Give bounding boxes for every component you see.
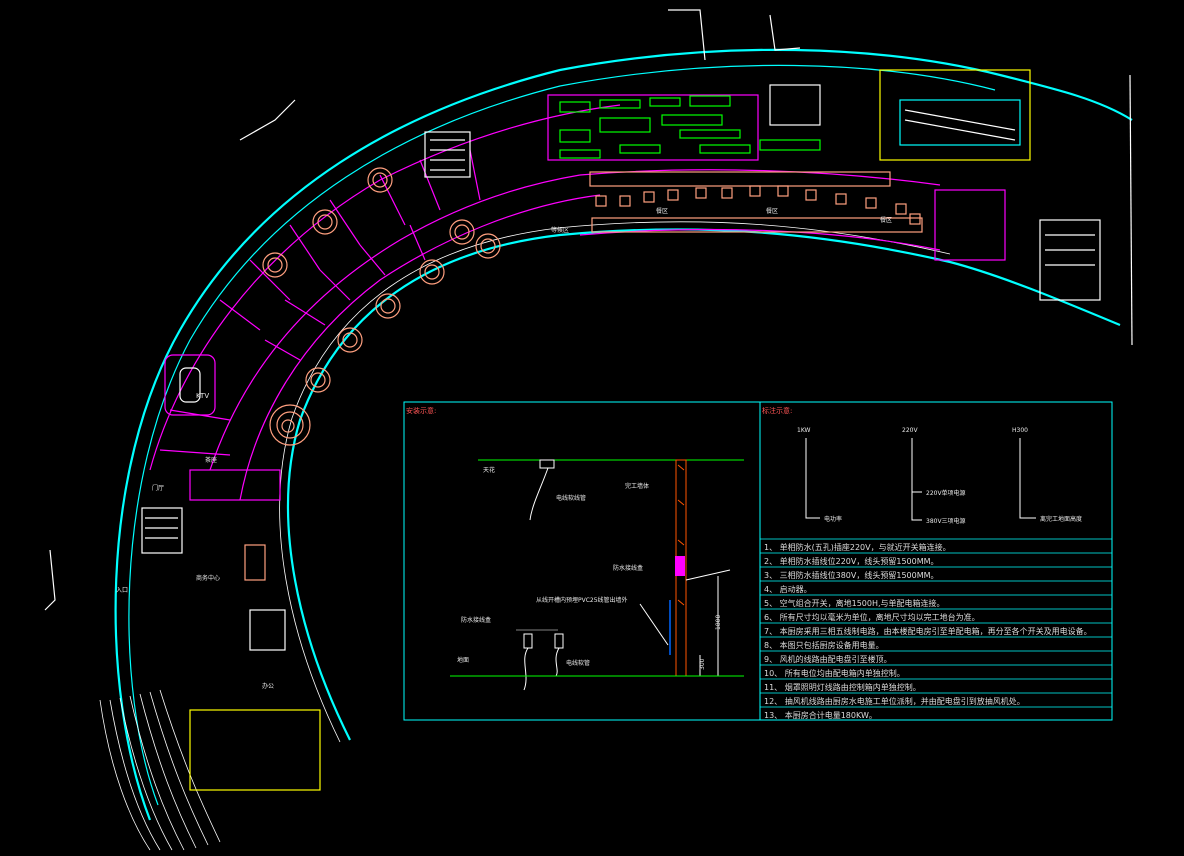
note-row: 3、 三相防水插线位380V，线头预留1500MM。 (764, 570, 939, 580)
banquet-tables (262, 167, 501, 446)
legend-title: 标注示意: (762, 406, 792, 415)
label-door: 门厅 (152, 484, 164, 492)
label-office: 办公 (262, 682, 274, 690)
legend-head-1kw: 1KW (797, 427, 811, 434)
lower-stands (99, 689, 221, 851)
note-row: 10、 所有电位均由配电箱内单独控制。 (764, 668, 905, 678)
label-entrance: 入口 (116, 587, 128, 594)
dining-hall-tables (589, 171, 923, 233)
floor-label: 地面 (457, 656, 469, 664)
note-row: 6、 所有尺寸均以毫米为单位，离地尺寸均以完工地台为准。 (764, 612, 980, 622)
right-service-block (879, 69, 1101, 301)
label-hall-3: 餐区 (880, 216, 892, 224)
legend-head-h300: H300 (1012, 427, 1028, 434)
label-hall-1: 餐区 (656, 207, 668, 215)
legend-label-220v: 220V单项电源 (926, 489, 966, 497)
legend-label-380v: 380V三项电源 (926, 517, 966, 525)
floor-plan (44, 9, 1133, 851)
note-row: 12、 抽风机线路由厨房水电施工单位派制，并由配电盘引到放抽风机处。 (764, 696, 1025, 706)
waterproof-box-right-label: 防水接线盒 (613, 564, 643, 572)
magenta-ring-inner (239, 194, 601, 501)
finish-wall-label: 完工墙体 (625, 482, 649, 490)
dim-300: 300 (699, 658, 706, 670)
waterproof-box-symbol (675, 556, 685, 576)
note-row: 13、 本厨房合计电量180KW。 (764, 710, 877, 720)
label-business-center: 商务中心 (196, 574, 220, 582)
label-tea: 茶座 (205, 456, 217, 464)
legend-label-power: 电功率 (824, 515, 842, 523)
label-hall-2: 餐区 (766, 207, 778, 215)
kitchen-equipment (547, 84, 821, 161)
label-ktv: KTV (196, 392, 209, 400)
install-panel-title: 安装示意: (406, 406, 436, 415)
right-facade-line (1129, 74, 1133, 346)
label-waiting-left: 等候区 (551, 226, 569, 234)
cable-route-label: 从线开槽内预埋PVC25线管出墙外 (536, 596, 628, 604)
conduit-top-label: 电线软线管 (556, 494, 586, 502)
note-row: 8、 本图只包括厨房设备用电量。 (764, 640, 884, 650)
business-center (189, 469, 281, 581)
cad-drawing-canvas: KTV 入口 商务中心 等候区 茶座 门厅 餐区 餐区 餐区 办公 安装示意: … (44, 9, 1133, 851)
stairs (141, 131, 471, 651)
legend-label-height: 离完工地面高度 (1040, 515, 1082, 523)
installation-panel: 安装示意: 天花 电线软线管 完工墙体 防水接线盒 从线开槽内预埋PVC25线管… (403, 401, 761, 721)
magenta-ring-mid (209, 174, 581, 471)
install-panel-frame (403, 401, 761, 721)
note-row: 7、 本厨房采用三相五线制电路，由本楼配电房引至单配电箱，再分至各个开关及用电设… (764, 626, 1092, 636)
note-row: 2、 单相防水插线位220V，线头预留1500MM。 (764, 556, 939, 566)
ceiling-label: 天花 (483, 466, 495, 474)
note-row: 4、 启动器。 (764, 584, 812, 594)
note-row: 11、 烟罩照明灯线路由控制箱内单独控制。 (764, 682, 921, 692)
waterproof-box-left-label: 防水接线盒 (461, 616, 491, 624)
note-row: 9、 风机的线路由配电盘引至楼顶。 (764, 654, 892, 664)
note-row: 5、 空气组合开关，离地1500H,与单配电箱连接。 (764, 598, 945, 608)
conduit-bottom-label: 电线软管 (566, 659, 590, 667)
legend-head-220v: 220V (902, 427, 918, 434)
dim-1800: 1800 (715, 615, 722, 630)
lower-office-block (189, 709, 321, 791)
legend-panel: 标注示意: 1KW 220V H300 电功率 220V单项电源 380V三项电… (759, 401, 1113, 721)
note-row: 1、 单相防水(五孔)插座220V，与就近开关箱连接。 (764, 542, 951, 552)
